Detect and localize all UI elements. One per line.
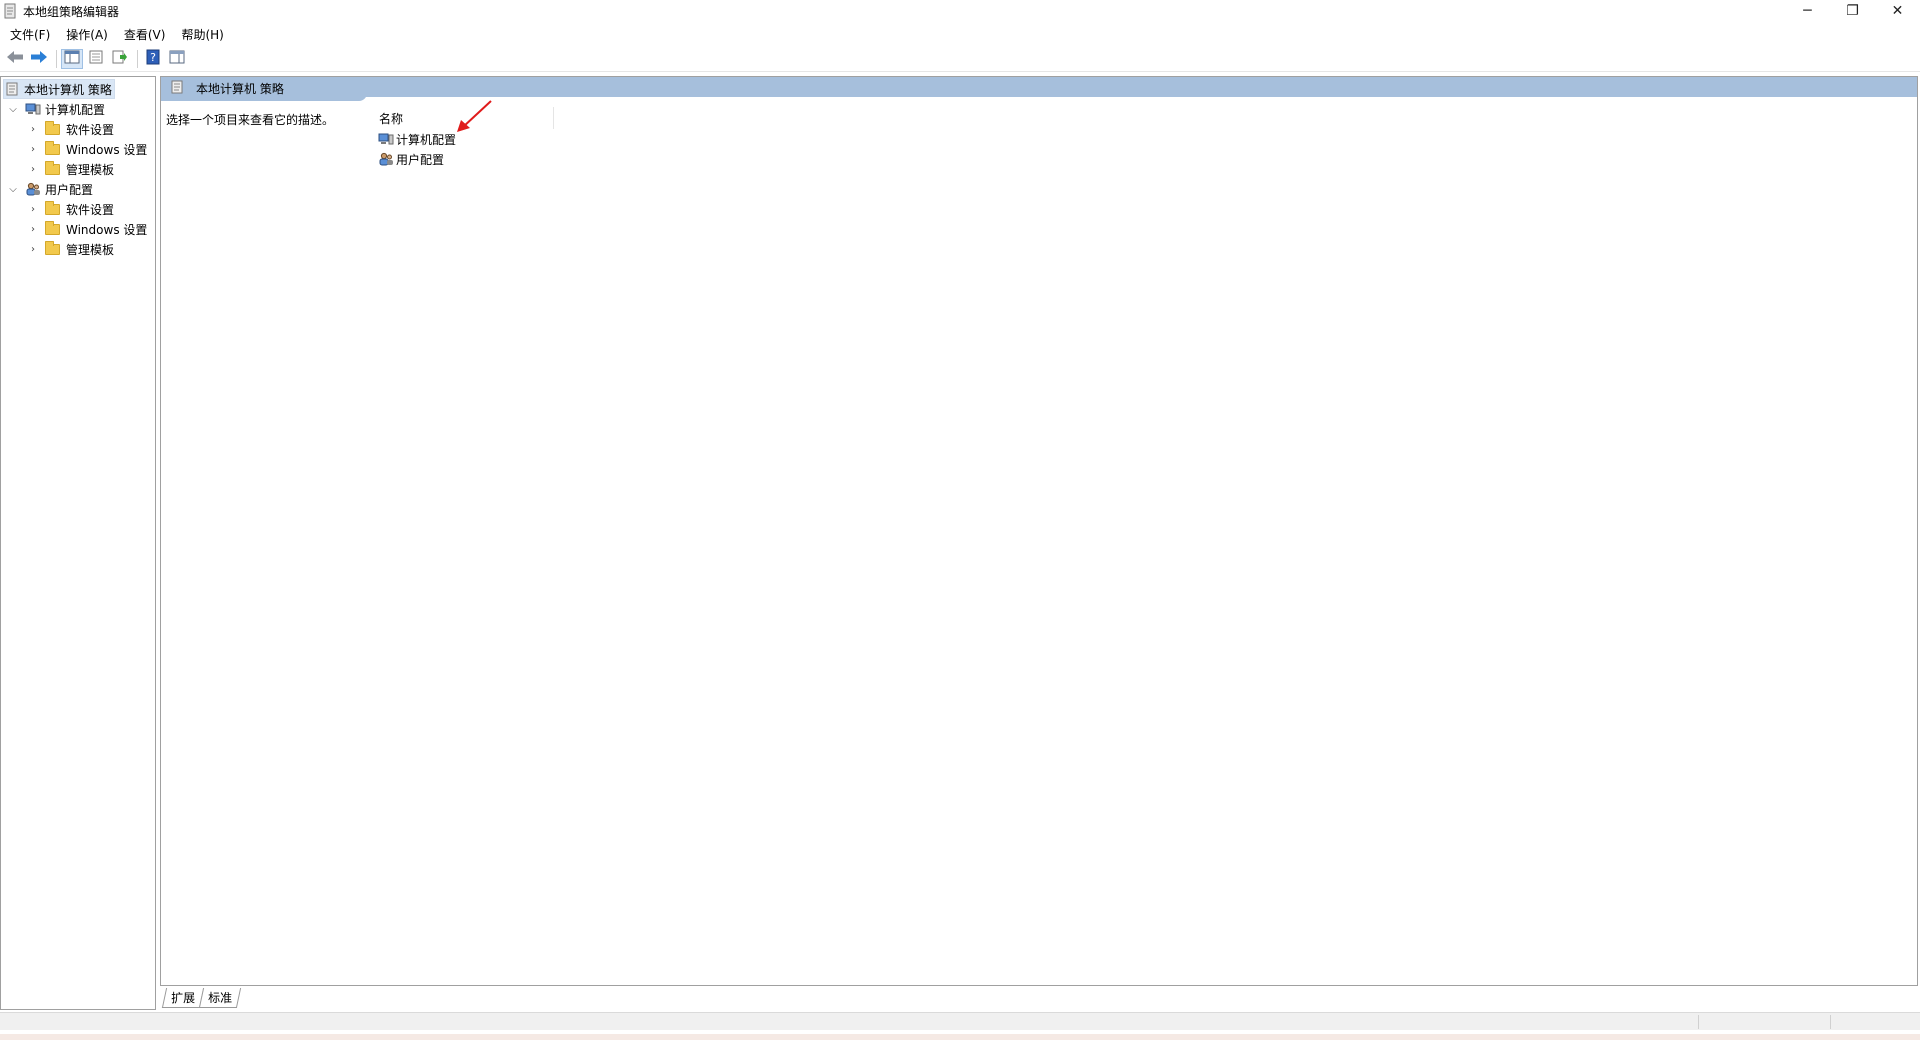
tree-item-windows-settings[interactable]: › Windows 设置 <box>27 139 147 159</box>
folder-icon <box>45 120 60 135</box>
users-icon <box>378 152 394 166</box>
description-text: 选择一个项目来查看它的描述。 <box>166 113 335 127</box>
tree-item-label: Windows 设置 <box>66 142 148 157</box>
show-hide-tree-icon <box>64 50 80 68</box>
tree-item-computer-config[interactable]: ⌵ 计算机配置 <box>7 99 105 119</box>
tree-item-label: 管理模板 <box>66 162 115 177</box>
restore-button[interactable]: ❐ <box>1830 0 1875 22</box>
policy-document-icon <box>171 80 183 94</box>
tree-item-admin-templates[interactable]: › 管理模板 <box>27 159 114 179</box>
computer-icon <box>378 132 394 146</box>
tab-label: 扩展 <box>171 991 196 1005</box>
tree-item-label: 用户配置 <box>45 182 94 197</box>
close-button[interactable]: ✕ <box>1875 0 1920 22</box>
tree-item-label: 软件设置 <box>66 202 115 217</box>
tree-root-label: 本地计算机 策略 <box>24 82 112 97</box>
chevron-right-icon[interactable]: › <box>27 163 39 175</box>
tree-item-user-config[interactable]: ⌵ 用户配置 <box>7 179 93 199</box>
tree-item-software-settings[interactable]: › 软件设置 <box>27 199 114 219</box>
tree-item-software-settings[interactable]: › 软件设置 <box>27 119 114 139</box>
result-pane-header-tab: 本地计算机 策略 <box>161 77 367 101</box>
chevron-down-icon[interactable]: ⌵ <box>7 103 19 115</box>
folder-icon <box>45 240 60 255</box>
chevron-right-icon[interactable]: › <box>27 243 39 255</box>
policy-document-icon <box>4 82 20 96</box>
show-hide-action-pane-icon <box>169 50 185 68</box>
tree-root[interactable]: 本地计算机 策略 <box>3 79 115 99</box>
title-bar: 本地组策略编辑器 ─ ❐ ✕ <box>0 0 1920 22</box>
folder-icon <box>45 160 60 175</box>
chevron-down-icon[interactable]: ⌵ <box>7 183 19 195</box>
menu-help[interactable]: 帮助(H) <box>175 26 229 43</box>
tab-standard[interactable]: 标准 <box>198 988 242 1008</box>
chevron-right-icon[interactable]: › <box>27 143 39 155</box>
status-bar <box>0 1012 1920 1030</box>
menu-bar: 文件(F) 操作(A) 查看(V) 帮助(H) <box>0 24 234 44</box>
users-icon <box>25 182 41 196</box>
help-button[interactable]: ? <box>142 49 164 69</box>
toolbar-separator <box>56 49 57 68</box>
status-divider <box>1830 1015 1831 1029</box>
tree-item-label: 软件设置 <box>66 122 115 137</box>
show-hide-action-pane-button[interactable] <box>166 49 188 69</box>
menu-view[interactable]: 查看(V) <box>118 26 172 43</box>
forward-icon <box>30 50 48 68</box>
properties-button[interactable] <box>85 49 107 69</box>
tree-item-label: 管理模板 <box>66 242 115 257</box>
export-list-icon <box>112 50 128 68</box>
result-pane-header <box>161 77 1917 97</box>
tree-item-label: 计算机配置 <box>45 102 106 117</box>
list-item-computer-config[interactable]: 计算机配置 <box>378 129 456 149</box>
taskbar-edge <box>0 1034 1920 1040</box>
chevron-right-icon[interactable]: › <box>27 123 39 135</box>
tree-item-windows-settings[interactable]: › Windows 设置 <box>27 219 147 239</box>
folder-icon <box>45 200 60 215</box>
tab-extended[interactable]: 扩展 <box>161 988 205 1008</box>
folder-icon <box>45 140 60 155</box>
list-item-label: 计算机配置 <box>396 132 457 147</box>
red-arrow-icon <box>451 99 495 135</box>
status-divider <box>1698 1015 1699 1029</box>
window-title: 本地组策略编辑器 <box>23 4 120 19</box>
minimize-button[interactable]: ─ <box>1785 0 1830 22</box>
tree-item-label: Windows 设置 <box>66 222 148 237</box>
menu-file[interactable]: 文件(F) <box>4 26 56 43</box>
column-header-label: 名称 <box>379 111 404 126</box>
forward-button[interactable] <box>28 49 50 69</box>
list-item-label: 用户配置 <box>396 152 445 167</box>
tab-label: 标准 <box>208 991 233 1005</box>
back-button[interactable] <box>4 49 26 69</box>
toolbar: ? <box>0 46 1920 72</box>
list-item-user-config[interactable]: 用户配置 <box>378 149 444 169</box>
folder-icon <box>45 220 60 235</box>
menu-action[interactable]: 操作(A) <box>60 26 114 43</box>
export-list-button[interactable] <box>109 49 131 69</box>
toolbar-separator <box>137 49 138 68</box>
help-icon: ? <box>146 49 160 69</box>
tree-item-admin-templates[interactable]: › 管理模板 <box>27 239 114 259</box>
policy-app-icon <box>3 3 17 19</box>
chevron-right-icon[interactable]: › <box>27 223 39 235</box>
computer-icon <box>25 102 41 116</box>
properties-icon <box>88 50 104 68</box>
show-hide-tree-button[interactable] <box>61 48 83 69</box>
console-tree[interactable]: 本地计算机 策略 ⌵ 计算机配置 › 软件设置 › Windows 设置 › 管… <box>0 76 156 1010</box>
view-tabs: 扩展 标准 <box>161 988 242 1008</box>
result-pane: 本地计算机 策略 选择一个项目来查看它的描述。 名称 计算机配置 用户配置 <box>160 76 1918 986</box>
chevron-right-icon[interactable]: › <box>27 203 39 215</box>
svg-text:?: ? <box>150 51 156 64</box>
back-icon <box>6 50 24 68</box>
result-pane-title: 本地计算机 策略 <box>196 82 284 96</box>
